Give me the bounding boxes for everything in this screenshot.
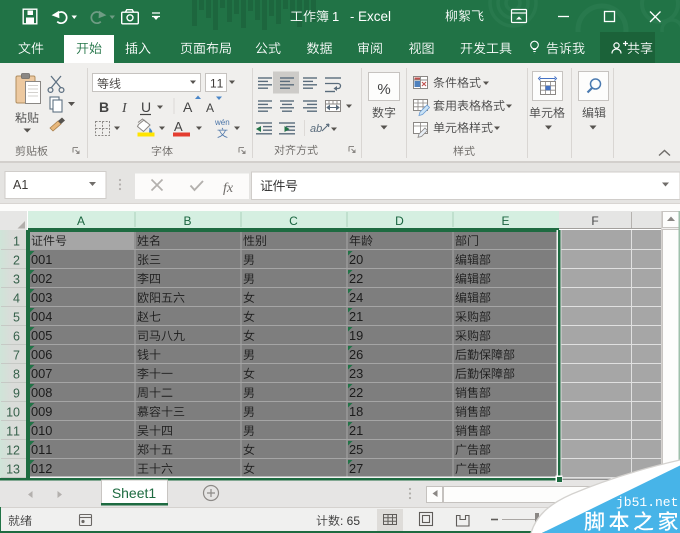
svg-text:8: 8 [13,368,20,382]
svg-text:E: E [501,214,509,228]
svg-text:7: 7 [13,349,20,363]
svg-text:11: 11 [6,425,20,439]
svg-text:U: U [141,99,151,115]
svg-text:012: 012 [31,461,52,476]
svg-text:jb51.net: jb51.net [616,495,678,510]
svg-text:006: 006 [31,347,52,362]
svg-text:F: F [591,214,598,228]
svg-text:18: 18 [349,404,363,419]
svg-text:22: 22 [349,271,363,286]
svg-text:21: 21 [349,423,363,438]
svg-text:wén: wén [214,118,230,127]
svg-text:22: 22 [349,385,363,400]
svg-text:: 65: : 65 [340,514,360,528]
svg-text:24: 24 [349,290,363,305]
svg-text:011: 011 [31,442,52,457]
svg-text:26: 26 [349,347,363,362]
svg-text:008: 008 [31,385,52,400]
svg-text:2: 2 [13,254,20,268]
svg-text:Sheet1: Sheet1 [112,485,157,501]
svg-text:21: 21 [349,309,363,324]
svg-text:009: 009 [31,404,52,419]
svg-text:Excel: Excel [358,9,391,24]
svg-text:010: 010 [31,423,52,438]
svg-text:20: 20 [349,252,363,267]
svg-text:4: 4 [13,292,20,306]
svg-text:007: 007 [31,366,52,381]
svg-text:003: 003 [31,290,52,305]
svg-text:fx: fx [223,181,234,196]
svg-text:1: 1 [13,235,20,249]
svg-text:5: 5 [13,311,20,325]
svg-text:005: 005 [31,328,52,343]
svg-text:B: B [183,214,191,228]
svg-text:13: 13 [6,463,20,477]
svg-text:25: 25 [349,442,363,457]
svg-text:12: 12 [6,444,20,458]
svg-text:A: A [77,214,85,228]
svg-text:002: 002 [31,271,52,286]
svg-text:19: 19 [349,328,363,343]
svg-text:1: 1 [332,9,339,24]
svg-text:A: A [206,101,214,115]
svg-text:D: D [395,214,404,228]
svg-text:-: - [350,9,354,24]
svg-text:6: 6 [13,330,20,344]
svg-text:%: % [377,81,390,98]
svg-text:A1: A1 [13,178,28,192]
svg-text:11: 11 [210,77,224,91]
svg-text:A: A [174,119,183,134]
svg-text:9: 9 [13,387,20,401]
svg-text:23: 23 [349,366,363,381]
svg-text:27: 27 [349,461,363,476]
svg-text:3: 3 [13,273,20,287]
svg-text:10: 10 [6,406,20,420]
svg-text:C: C [289,214,298,228]
svg-text:ab: ab [310,123,322,135]
svg-text:B: B [99,99,109,115]
svg-text:001: 001 [31,252,52,267]
svg-text:004: 004 [31,309,52,324]
svg-text:A: A [183,99,193,115]
